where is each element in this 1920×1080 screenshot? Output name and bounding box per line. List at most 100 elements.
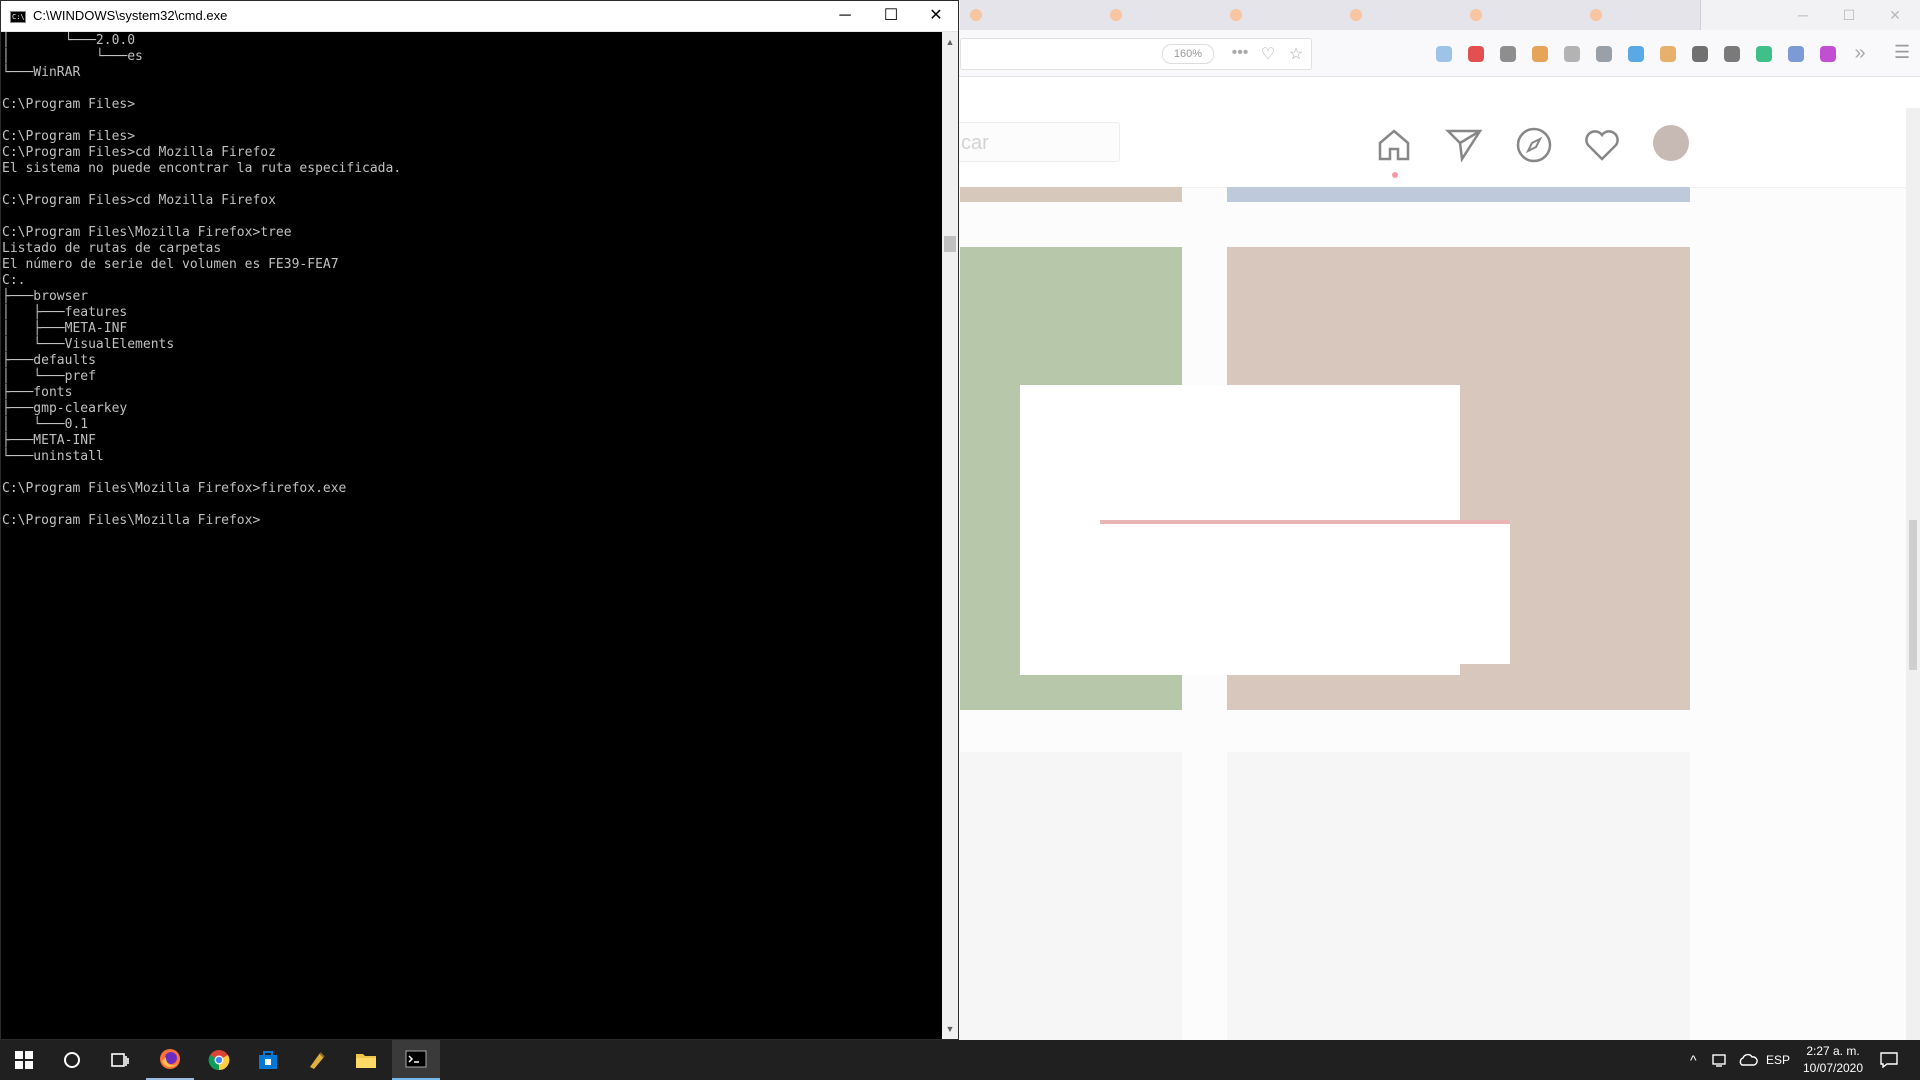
console-line: │ ├───features (2, 305, 128, 320)
console-line: El número de serie del volumen es FE39-F… (2, 257, 339, 272)
page-actions-icon[interactable]: ••• (1230, 44, 1250, 62)
tab-favicon-icon (1350, 9, 1362, 21)
taskbar-file-explorer[interactable] (342, 1040, 390, 1080)
extension-icon[interactable] (1468, 46, 1484, 62)
chrome-icon (208, 1050, 230, 1071)
tab-favicon-icon (1590, 9, 1602, 21)
post-image-placeholder[interactable] (960, 752, 1182, 1040)
direct-message-icon[interactable] (1444, 125, 1484, 165)
extension-icon[interactable] (1500, 46, 1516, 62)
cmd-icon: C:\ (10, 11, 26, 23)
tab-favicon-icon (970, 9, 982, 21)
extension-icon[interactable] (1692, 46, 1708, 62)
console-line: C:\Program Files> (2, 97, 136, 112)
tray-chevron-icon[interactable]: ^ (1690, 1040, 1697, 1080)
pocket-icon[interactable]: ♡ (1258, 44, 1278, 64)
console-line: └───uninstall (2, 449, 104, 464)
cmd-window: C:\ C:\WINDOWS\system32\cmd.exe ─ ☐ ✕ │ … (0, 0, 959, 1040)
browser-tab[interactable] (1580, 0, 1701, 30)
extension-icon[interactable] (1788, 46, 1804, 62)
console-line: ├───browser (2, 289, 89, 304)
console-line: C:\Program Files>cd Mozilla Firefoz (2, 145, 276, 160)
console-line: │ └───es (2, 49, 143, 64)
console-line: ├───gmp-clearkey (2, 401, 128, 416)
maximize-button[interactable]: ☐ (868, 1, 914, 31)
window-title: C:\WINDOWS\system32\cmd.exe (33, 8, 228, 23)
browser-minimize-button[interactable]: ─ (1780, 0, 1826, 30)
taskbar-firefox[interactable] (146, 1040, 194, 1080)
extension-icon[interactable] (1628, 46, 1644, 62)
taskbar-app[interactable] (293, 1040, 341, 1080)
cortana-search-icon (64, 1052, 80, 1068)
console-line: El sistema no puede encontrar la ruta es… (2, 161, 402, 176)
console-line: C:\Program Files>cd Mozilla Firefox (2, 193, 276, 208)
browser-tab[interactable] (1220, 0, 1341, 30)
activity-heart-icon[interactable] (1582, 125, 1622, 165)
onedrive-cloud-icon[interactable] (1738, 1040, 1758, 1080)
home-icon[interactable] (1374, 125, 1414, 165)
taskbar-cmd[interactable] (392, 1040, 440, 1080)
close-button[interactable]: ✕ (913, 1, 959, 31)
taskbar-chrome[interactable] (195, 1040, 243, 1080)
bookmark-star-icon[interactable]: ☆ (1286, 44, 1306, 64)
instagram-search-input[interactable]: car (940, 122, 1120, 162)
browser-tab[interactable] (1460, 0, 1581, 30)
browser-tab[interactable] (960, 0, 1101, 30)
extension-icon[interactable] (1436, 46, 1452, 62)
hamburger-menu-icon[interactable]: ☰ (1894, 42, 1910, 63)
tab-favicon-icon (1470, 9, 1482, 21)
store-icon (259, 1051, 277, 1069)
taskbar-store[interactable] (244, 1040, 292, 1080)
console-scrollbar-thumb[interactable] (944, 236, 956, 252)
tab-favicon-icon (1110, 9, 1122, 21)
search-button[interactable] (48, 1040, 96, 1080)
console-line: C:\Program Files\Mozilla Firefox> (2, 513, 261, 528)
console-output[interactable]: │ └───2.0.0 │ └───es └───WinRAR C:\Program… (1, 32, 942, 1037)
home-active-dot (1392, 172, 1398, 178)
extension-icon[interactable] (1660, 46, 1676, 62)
browser-tab[interactable] (1100, 0, 1221, 30)
post-image[interactable] (960, 187, 1182, 202)
firefox-icon (160, 1049, 180, 1069)
browser-close-button[interactable]: ✕ (1872, 0, 1918, 30)
language-indicator[interactable]: ESP (1766, 1040, 1790, 1080)
browser-maximize-button[interactable]: ☐ (1826, 0, 1872, 30)
windows-logo-icon (15, 1051, 33, 1069)
console-scrollbar[interactable]: ▲ ▼ (942, 32, 958, 1039)
clock[interactable]: 2:27 a. m. 10/07/2020 (1788, 1043, 1878, 1077)
tab-favicon-icon (1230, 9, 1242, 21)
extension-icon[interactable] (1820, 46, 1836, 62)
browser-tab[interactable] (1340, 0, 1461, 30)
extension-icon[interactable] (1724, 46, 1740, 62)
minimize-button[interactable]: ─ (822, 1, 868, 31)
overflow-chevron-icon[interactable]: » (1850, 42, 1870, 65)
console-line: ├───defaults (2, 353, 96, 368)
start-button[interactable] (0, 1040, 48, 1080)
action-center-icon[interactable] (1880, 1040, 1898, 1080)
scroll-down-arrow-icon[interactable]: ▼ (942, 1021, 958, 1037)
clock-time: 2:27 a. m. (1806, 1044, 1860, 1058)
post-image[interactable] (1227, 187, 1690, 202)
taskbar: ^ ESP 2:27 a. m. 10/07/2020 (0, 1040, 1920, 1080)
browser-scrollbar-thumb[interactable] (1909, 520, 1917, 670)
cmd-title-bar[interactable]: C:\ C:\WINDOWS\system32\cmd.exe ─ ☐ ✕ (1, 1, 958, 32)
post-image-placeholder[interactable] (1227, 752, 1690, 1040)
zoom-indicator[interactable]: 160% (1162, 44, 1214, 64)
console-line: C:\Program Files> (2, 129, 136, 144)
network-icon[interactable] (1712, 1040, 1730, 1080)
extension-icon[interactable] (1756, 46, 1772, 62)
extension-icon[interactable] (1596, 46, 1612, 62)
console-line: │ └───2.0.0 (2, 33, 136, 48)
explore-compass-icon[interactable] (1514, 125, 1554, 165)
task-view-button[interactable] (96, 1040, 144, 1080)
console-line: Listado de rutas de carpetas (2, 241, 222, 256)
profile-avatar[interactable] (1653, 125, 1689, 161)
extension-icon[interactable] (1564, 46, 1580, 62)
console-line: │ ├───META-INF (2, 321, 128, 336)
scroll-up-arrow-icon[interactable]: ▲ (942, 34, 958, 50)
extension-icon[interactable] (1532, 46, 1548, 62)
